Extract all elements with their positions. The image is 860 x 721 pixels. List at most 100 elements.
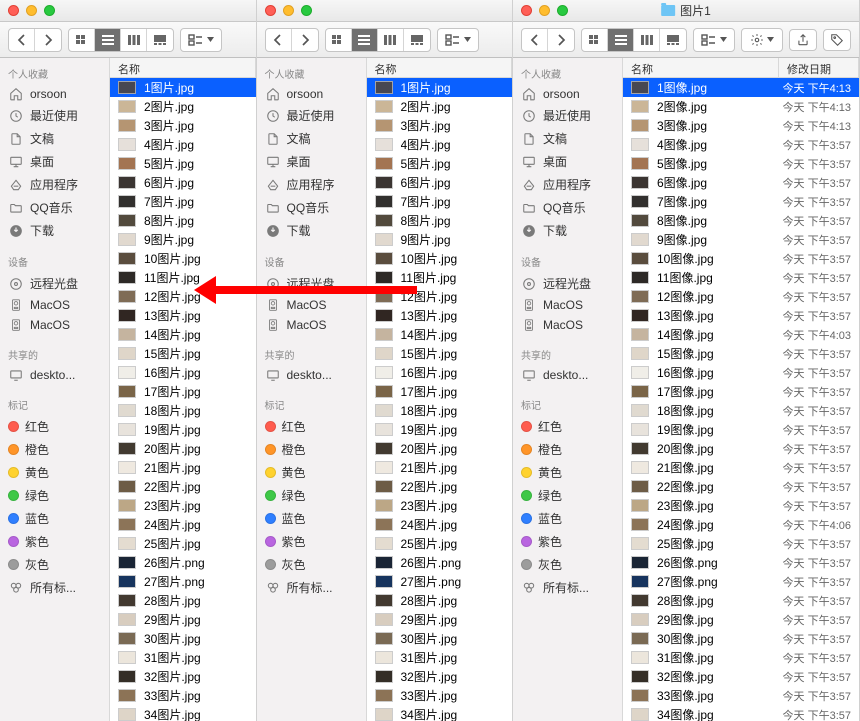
file-row[interactable]: 7图像.jpg今天 下午3:57 bbox=[623, 192, 859, 211]
back-button[interactable] bbox=[9, 29, 35, 51]
file-row[interactable]: 21图片.jpg bbox=[110, 458, 256, 477]
sidebar-item-monitor[interactable]: deskto... bbox=[513, 365, 622, 385]
file-row[interactable]: 13图片.jpg bbox=[110, 306, 256, 325]
file-row[interactable]: 10图像.jpg今天 下午3:57 bbox=[623, 249, 859, 268]
file-row[interactable]: 19图片.jpg bbox=[110, 420, 256, 439]
sidebar-item-tag[interactable]: 紫色 bbox=[257, 530, 366, 553]
file-row[interactable]: 17图像.jpg今天 下午3:57 bbox=[623, 382, 859, 401]
sidebar-item-disc[interactable]: 远程光盘 bbox=[513, 272, 622, 295]
file-row[interactable]: 2图片.jpg bbox=[110, 97, 256, 116]
view-column-button[interactable] bbox=[634, 29, 660, 51]
sidebar-item-folder[interactable]: QQ音乐 bbox=[0, 196, 109, 219]
sidebar-item-app[interactable]: 应用程序 bbox=[0, 173, 109, 196]
file-row[interactable]: 5图片.jpg bbox=[367, 154, 513, 173]
column-date[interactable]: 修改日期 bbox=[779, 58, 859, 77]
file-row[interactable]: 23图片.jpg bbox=[110, 496, 256, 515]
file-row[interactable]: 33图片.jpg bbox=[367, 686, 513, 705]
file-row[interactable]: 13图像.jpg今天 下午3:57 bbox=[623, 306, 859, 325]
file-row[interactable]: 32图片.jpg bbox=[110, 667, 256, 686]
file-row[interactable]: 3图像.jpg今天 下午4:13 bbox=[623, 116, 859, 135]
sidebar-item-disc[interactable]: 远程光盘 bbox=[0, 272, 109, 295]
sidebar-item-monitor[interactable]: deskto... bbox=[0, 365, 109, 385]
sidebar-item-alltags[interactable]: 所有标... bbox=[0, 576, 109, 599]
file-row[interactable]: 20图片.jpg bbox=[367, 439, 513, 458]
sidebar-item-monitor[interactable]: deskto... bbox=[257, 365, 366, 385]
sidebar-item-alltags[interactable]: 所有标... bbox=[513, 576, 622, 599]
sidebar-item-tag[interactable]: 蓝色 bbox=[257, 507, 366, 530]
file-row[interactable]: 7图片.jpg bbox=[110, 192, 256, 211]
sidebar-item-download[interactable]: 下载 bbox=[257, 219, 366, 242]
sidebar-item-download[interactable]: 下载 bbox=[0, 219, 109, 242]
column-name[interactable]: 名称 bbox=[110, 58, 256, 77]
sidebar-item-download[interactable]: 下载 bbox=[513, 219, 622, 242]
sidebar-item-clock[interactable]: 最近使用 bbox=[257, 104, 366, 127]
file-row[interactable]: 26图片.png bbox=[367, 553, 513, 572]
file-row[interactable]: 11图片.jpg bbox=[367, 268, 513, 287]
file-row[interactable]: 20图片.jpg bbox=[110, 439, 256, 458]
sidebar-item-tag[interactable]: 红色 bbox=[257, 415, 366, 438]
back-button[interactable] bbox=[266, 29, 292, 51]
file-row[interactable]: 34图片.jpg bbox=[367, 705, 513, 721]
file-row[interactable]: 14图像.jpg今天 下午4:03 bbox=[623, 325, 859, 344]
zoom-button[interactable] bbox=[301, 5, 312, 16]
file-row[interactable]: 30图像.jpg今天 下午3:57 bbox=[623, 629, 859, 648]
file-row[interactable]: 13图片.jpg bbox=[367, 306, 513, 325]
column-name[interactable]: 名称 bbox=[623, 58, 779, 77]
file-row[interactable]: 24图片.jpg bbox=[367, 515, 513, 534]
sidebar-item-clock[interactable]: 最近使用 bbox=[0, 104, 109, 127]
titlebar[interactable] bbox=[257, 0, 513, 22]
zoom-button[interactable] bbox=[557, 5, 568, 16]
file-row[interactable]: 4图片.jpg bbox=[367, 135, 513, 154]
file-row[interactable]: 2图像.jpg今天 下午4:13 bbox=[623, 97, 859, 116]
sidebar-item-hdd[interactable]: MacOS bbox=[0, 295, 109, 315]
file-row[interactable]: 4图像.jpg今天 下午3:57 bbox=[623, 135, 859, 154]
file-row[interactable]: 8图片.jpg bbox=[367, 211, 513, 230]
file-row[interactable]: 34图像.jpg今天 下午3:57 bbox=[623, 705, 859, 721]
sidebar-item-desktop[interactable]: 桌面 bbox=[0, 150, 109, 173]
sidebar-item-hdd[interactable]: MacOS bbox=[513, 295, 622, 315]
file-row[interactable]: 32图片.jpg bbox=[367, 667, 513, 686]
sidebar-item-tag[interactable]: 橙色 bbox=[0, 438, 109, 461]
file-row[interactable]: 19图像.jpg今天 下午3:57 bbox=[623, 420, 859, 439]
file-row[interactable]: 25图片.jpg bbox=[110, 534, 256, 553]
sidebar-item-tag[interactable]: 绿色 bbox=[0, 484, 109, 507]
file-row[interactable]: 28图像.jpg今天 下午3:57 bbox=[623, 591, 859, 610]
view-icon-button[interactable] bbox=[582, 29, 608, 51]
file-list[interactable]: 1图像.jpg今天 下午4:132图像.jpg今天 下午4:133图像.jpg今… bbox=[623, 78, 859, 721]
sidebar-item-app[interactable]: 应用程序 bbox=[513, 173, 622, 196]
sidebar-item-tag[interactable]: 红色 bbox=[0, 415, 109, 438]
sidebar-item-tag[interactable]: 绿色 bbox=[257, 484, 366, 507]
close-button[interactable] bbox=[521, 5, 532, 16]
file-row[interactable]: 22图像.jpg今天 下午3:57 bbox=[623, 477, 859, 496]
file-row[interactable]: 31图片.jpg bbox=[110, 648, 256, 667]
file-row[interactable]: 27图片.png bbox=[367, 572, 513, 591]
forward-button[interactable] bbox=[35, 29, 61, 51]
file-row[interactable]: 3图片.jpg bbox=[110, 116, 256, 135]
file-row[interactable]: 22图片.jpg bbox=[367, 477, 513, 496]
sidebar-item-app[interactable]: 应用程序 bbox=[257, 173, 366, 196]
group-button[interactable] bbox=[694, 29, 734, 51]
file-row[interactable]: 15图像.jpg今天 下午3:57 bbox=[623, 344, 859, 363]
tags-button[interactable] bbox=[823, 29, 851, 51]
view-icon-button[interactable] bbox=[326, 29, 352, 51]
file-row[interactable]: 34图片.jpg bbox=[110, 705, 256, 721]
column-name[interactable]: 名称 bbox=[367, 58, 513, 77]
sidebar-item-tag[interactable]: 灰色 bbox=[257, 553, 366, 576]
close-button[interactable] bbox=[265, 5, 276, 16]
sidebar-item-alltags[interactable]: 所有标... bbox=[257, 576, 366, 599]
file-row[interactable]: 18图片.jpg bbox=[367, 401, 513, 420]
close-button[interactable] bbox=[8, 5, 19, 16]
sidebar-item-tag[interactable]: 红色 bbox=[513, 415, 622, 438]
sidebar-item-doc[interactable]: 文稿 bbox=[513, 127, 622, 150]
sidebar-item-folder[interactable]: QQ音乐 bbox=[257, 196, 366, 219]
sidebar-item-tag[interactable]: 黄色 bbox=[513, 461, 622, 484]
file-row[interactable]: 6图片.jpg bbox=[110, 173, 256, 192]
file-row[interactable]: 14图片.jpg bbox=[367, 325, 513, 344]
sidebar-item-doc[interactable]: 文稿 bbox=[0, 127, 109, 150]
file-row[interactable]: 20图像.jpg今天 下午3:57 bbox=[623, 439, 859, 458]
sidebar-item-tag[interactable]: 橙色 bbox=[513, 438, 622, 461]
sidebar-item-clock[interactable]: 最近使用 bbox=[513, 104, 622, 127]
file-row[interactable]: 30图片.jpg bbox=[367, 629, 513, 648]
forward-button[interactable] bbox=[548, 29, 574, 51]
file-row[interactable]: 12图片.jpg bbox=[110, 287, 256, 306]
